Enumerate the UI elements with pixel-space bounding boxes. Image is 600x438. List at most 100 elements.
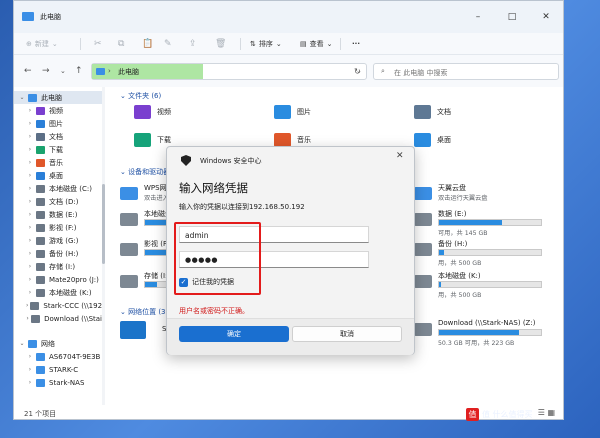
- search-input[interactable]: ⌕ 在 此电脑 中搜索: [373, 63, 559, 80]
- sidebar-item-label: 备份 (H:): [49, 249, 79, 258]
- sidebar-item[interactable]: › 本地磁盘 (C:): [14, 182, 102, 195]
- chevron-right-icon[interactable]: ›: [26, 289, 34, 296]
- sidebar-item[interactable]: › 游戏 (G:): [14, 234, 102, 247]
- refresh-icon[interactable]: ↻: [354, 67, 361, 76]
- cancel-button[interactable]: 取消: [292, 326, 402, 342]
- new-button[interactable]: ⊕ 新建 ⌄: [26, 37, 58, 51]
- group-header-network[interactable]: ⌄ 网络位置 (3): [120, 307, 168, 317]
- sidebar-item[interactable]: › 影视 (F:): [14, 221, 102, 234]
- sidebar-item[interactable]: › 图片: [14, 117, 102, 130]
- chevron-right-icon[interactable]: ›: [26, 133, 34, 140]
- group-header-folders[interactable]: ⌄ 文件夹 (6): [120, 91, 161, 101]
- sidebar-item[interactable]: › 备份 (H:): [14, 247, 102, 260]
- folder-item[interactable]: 下载: [134, 133, 171, 147]
- sidebar-item[interactable]: › 桌面: [14, 169, 102, 182]
- folder-item[interactable]: 音乐: [274, 133, 311, 147]
- computer-icon: [36, 378, 45, 387]
- sidebar-item[interactable]: › 文档 (D:): [14, 195, 102, 208]
- sidebar-item[interactable]: › 本地磁盘 (K:): [14, 286, 102, 299]
- chevron-right-icon[interactable]: ›: [26, 302, 28, 309]
- forward-arrow-icon[interactable]: →: [42, 66, 50, 76]
- delete-button[interactable]: 🗑: [215, 37, 226, 51]
- chevron-right-icon[interactable]: ›: [26, 120, 34, 127]
- minimize-button[interactable]: –: [461, 1, 495, 33]
- usage-fill: [439, 330, 519, 335]
- more-button[interactable]: ···: [352, 37, 360, 51]
- computer-icon: [36, 352, 45, 361]
- sidebar-scrollbar[interactable]: [102, 87, 105, 405]
- drive-item[interactable]: 数据 (E:) 可用，共 145 GB: [414, 209, 554, 239]
- sidebar-item[interactable]: › Mate20pro (J:): [14, 273, 102, 286]
- close-icon[interactable]: ✕: [396, 151, 404, 161]
- folder-item[interactable]: 文档: [414, 105, 451, 119]
- chevron-right-icon[interactable]: ›: [26, 172, 34, 179]
- drive-name: Download (\\Stark-NAS) (Z:): [438, 319, 536, 327]
- ok-button[interactable]: 确定: [179, 326, 289, 342]
- address-input[interactable]: › 此电脑 ⌄: [91, 63, 367, 80]
- share-button[interactable]: ⇪: [189, 37, 197, 51]
- sidebar-item[interactable]: › 文档: [14, 130, 102, 143]
- sidebar-item[interactable]: › 视频: [14, 104, 102, 117]
- sidebar-item[interactable]: › Stark-CCC (\\192: [14, 299, 102, 312]
- chevron-right-icon[interactable]: ›: [26, 224, 34, 231]
- sort-button[interactable]: ⇅ 排序 ⌄: [250, 37, 282, 51]
- view-label: 查看: [309, 40, 324, 48]
- chevron-right-icon[interactable]: ›: [26, 107, 34, 114]
- sidebar-item[interactable]: › Download (\\Stai: [14, 312, 102, 325]
- sidebar-item[interactable]: › 下载: [14, 143, 102, 156]
- folder-item[interactable]: 视频: [134, 105, 171, 119]
- tiles-view-icon[interactable]: ▦: [547, 408, 555, 417]
- view-button[interactable]: ▤ 查看 ⌄: [300, 37, 333, 51]
- recent-chevron-icon[interactable]: ⌄: [60, 67, 66, 75]
- chevron-down-icon[interactable]: ⌄: [18, 94, 26, 101]
- details-view-icon[interactable]: ☰: [538, 408, 545, 417]
- chevron-down-icon: ⌄: [120, 308, 129, 316]
- chevron-right-icon[interactable]: ›: [26, 211, 34, 218]
- drive-icon: [120, 275, 138, 288]
- chevron-right-icon[interactable]: ›: [26, 146, 34, 153]
- cut-button[interactable]: ✂: [94, 37, 102, 51]
- sidebar-item[interactable]: › AS6704T-9E3B: [14, 350, 102, 363]
- chevron-right-icon[interactable]: ›: [26, 276, 34, 283]
- copy-button[interactable]: ⧉: [118, 37, 124, 51]
- chevron-right-icon[interactable]: ›: [26, 159, 34, 166]
- sidebar-item[interactable]: ⌄ 此电脑: [14, 91, 102, 104]
- sidebar-item[interactable]: › 存储 (I:): [14, 260, 102, 273]
- back-arrow-icon[interactable]: ←: [24, 66, 32, 76]
- chevron-down-icon: ⌄: [275, 40, 282, 48]
- folder-item[interactable]: 桌面: [414, 133, 451, 147]
- sidebar-item[interactable]: ⌄ 网络: [14, 337, 102, 350]
- network-drive-item[interactable]: Download (\\Stark-NAS) (Z:) 50.3 GB 可用，共…: [414, 319, 554, 349]
- chevron-right-icon[interactable]: ›: [26, 198, 34, 205]
- maximize-button[interactable]: □: [495, 1, 529, 33]
- chevron-right-icon[interactable]: ›: [26, 315, 29, 322]
- scrollbar-thumb[interactable]: [102, 184, 105, 264]
- drive-item[interactable]: 本地磁盘 (K:) 用，共 500 GB: [414, 271, 554, 301]
- up-arrow-icon[interactable]: ↑: [75, 66, 83, 76]
- close-button[interactable]: ✕: [529, 1, 563, 33]
- chevron-right-icon[interactable]: ›: [26, 353, 34, 360]
- chevron-right-icon[interactable]: ›: [26, 250, 34, 257]
- watermark: 值 值 什么值得买: [466, 408, 533, 421]
- view-toggle[interactable]: ☰ ▦: [538, 408, 555, 417]
- chevron-down-icon[interactable]: ⌄: [18, 340, 26, 347]
- chevron-right-icon[interactable]: ›: [26, 263, 34, 270]
- sidebar-item[interactable]: › Stark-NAS: [14, 376, 102, 389]
- shield-icon: [181, 155, 191, 166]
- chevron-right-icon[interactable]: ›: [26, 237, 34, 244]
- drive-icon: [120, 243, 138, 256]
- sidebar-item-label: 此电脑: [41, 93, 62, 102]
- view-icon: ▤: [300, 40, 307, 48]
- drive-info: 用，共 500 GB: [438, 260, 482, 267]
- chevron-right-icon[interactable]: ›: [26, 185, 34, 192]
- sidebar-item[interactable]: › 音乐: [14, 156, 102, 169]
- rename-button[interactable]: ✎: [164, 37, 172, 51]
- chevron-right-icon[interactable]: ›: [26, 366, 34, 373]
- sidebar-item[interactable]: › 数据 (E:): [14, 208, 102, 221]
- chevron-right-icon[interactable]: ›: [26, 379, 34, 386]
- drive-info: 可用，共 145 GB: [438, 230, 488, 237]
- sidebar-item[interactable]: › STARK-C: [14, 363, 102, 376]
- folder-item[interactable]: 图片: [274, 105, 311, 119]
- drive-item[interactable]: 备份 (H:) 用，共 500 GB: [414, 239, 554, 269]
- paste-button[interactable]: 📋: [142, 37, 153, 51]
